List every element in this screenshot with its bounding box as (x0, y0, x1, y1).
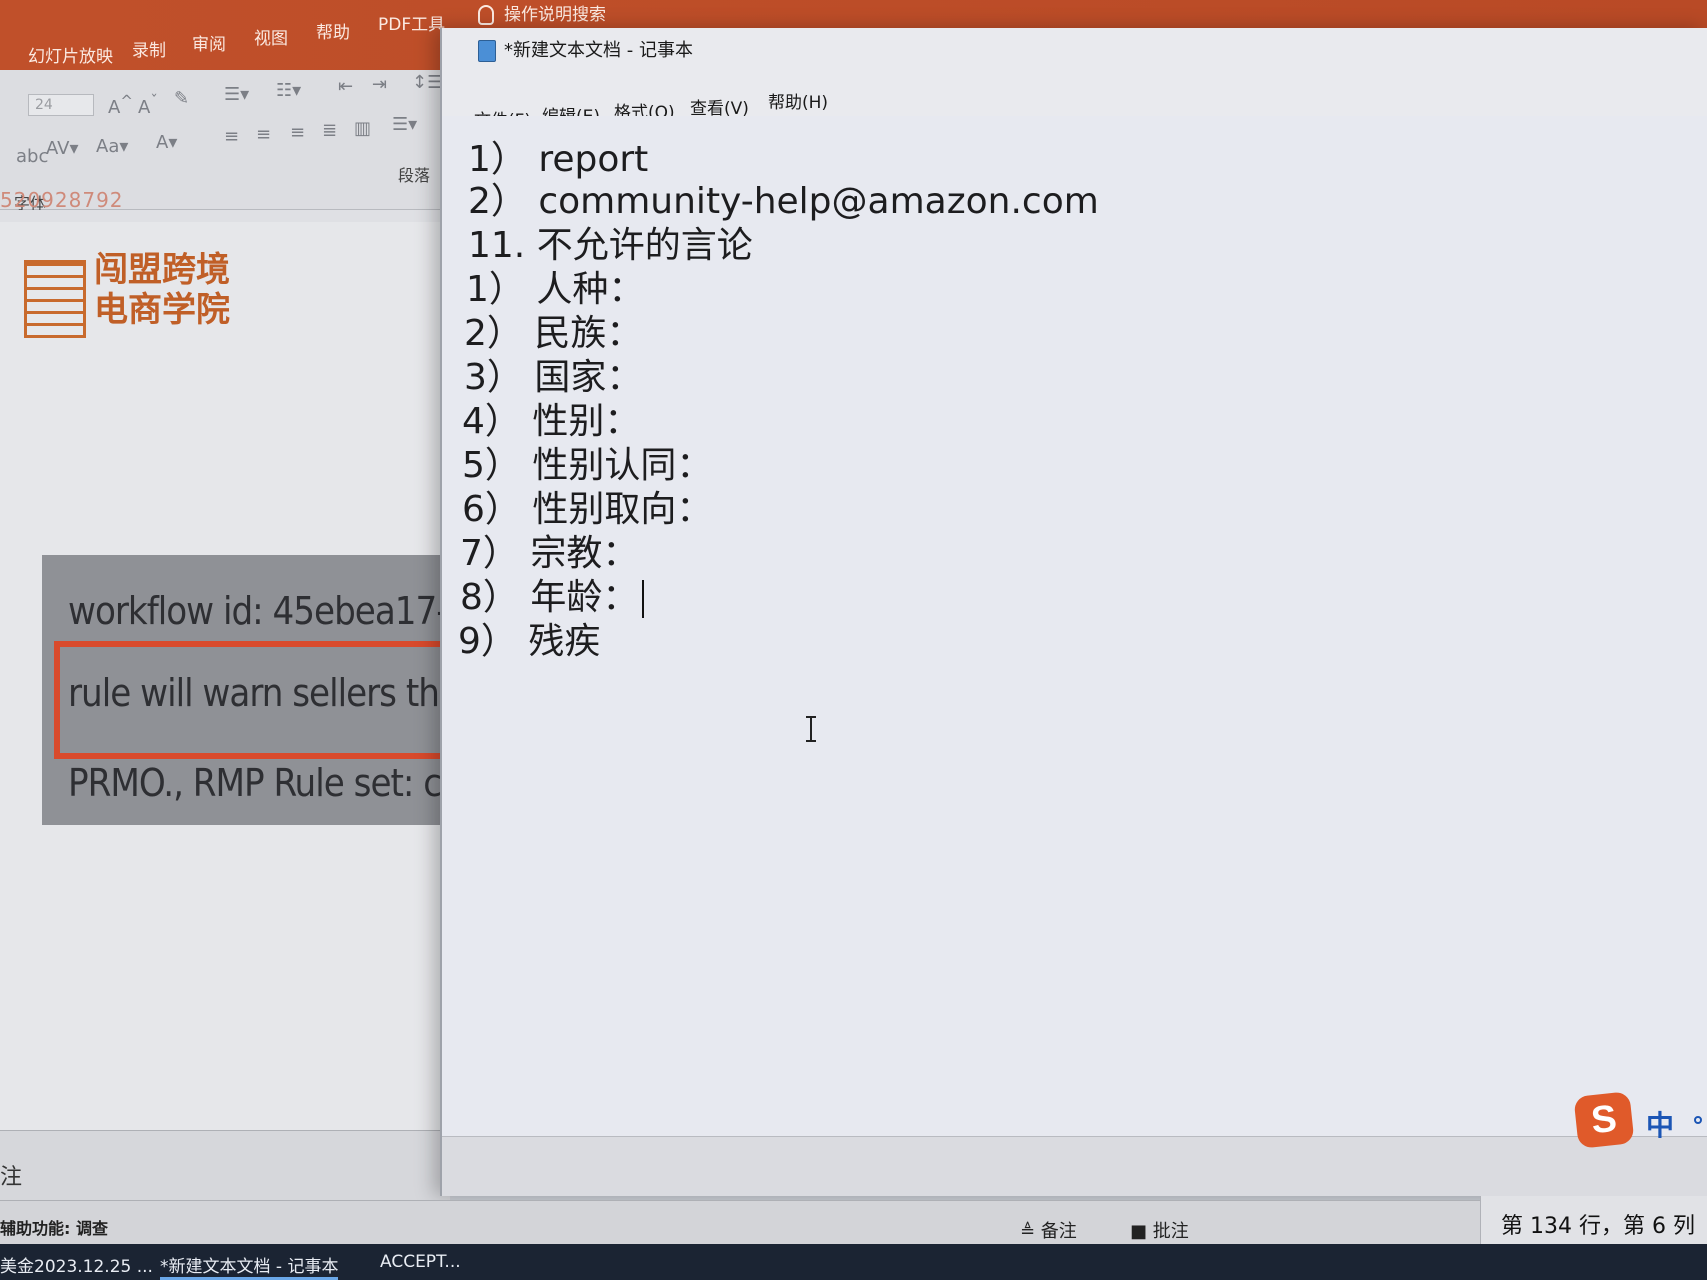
paragraph-group-label: 段落 (398, 166, 431, 185)
text-caret (642, 580, 645, 618)
align-right-icon[interactable]: ≡ (290, 122, 305, 143)
bullets-icon[interactable]: ☰▾ (224, 84, 249, 105)
menu-help[interactable]: 帮助(H) (768, 88, 828, 113)
accessibility-status[interactable]: 辅助功能: 调查 (0, 1215, 108, 1239)
decrease-font-icon[interactable]: Aˇ (138, 92, 158, 118)
academy-logo-icon (24, 260, 86, 338)
academy-logo-text: 闯盟跨境 电商学院 (94, 250, 230, 330)
slide-screenshot-image: workflow id: 45ebea17-6 rule will warn s… (42, 555, 450, 825)
strikethrough-icon[interactable]: abc (16, 146, 48, 167)
tab-slideshow[interactable]: 幻灯片放映 (28, 42, 113, 67)
ppt-ribbon: 24 A^ Aˇ ✎ ☰▾ ☷▾ ⇤ ⇥ ↕☰ abc AV▾ Aa▾ A▾ ≡… (0, 70, 470, 213)
notes-button[interactable]: ≜ 备注 (1020, 1217, 1077, 1243)
ime-indicator[interactable]: S 中 (1570, 1091, 1707, 1150)
cursor-position: 第 134 行，第 6 列 (1501, 1214, 1695, 1239)
comments-button[interactable]: ■ 批注 (1130, 1217, 1189, 1243)
sogou-ime-icon[interactable]: S (1573, 1091, 1635, 1149)
text-editor[interactable]: 1） report 2） community-help@amazon.com 1… (442, 116, 1707, 1136)
change-case-icon[interactable]: Aa▾ (96, 136, 128, 157)
char-spacing-icon[interactable]: AV▾ (46, 138, 79, 159)
notepad-titlebar[interactable]: *新建文本文档 - 记事本 (442, 28, 1707, 70)
notepad-status-bar: 第 134 行，第 6 列 (1480, 1196, 1707, 1244)
screenshot-line-3: PRMO., RMP Rule set: con (68, 761, 450, 805)
tab-view[interactable]: 视图 (254, 24, 288, 49)
ime-punctuation-icon[interactable] (1694, 1116, 1702, 1124)
tab-review[interactable]: 审阅 (192, 30, 226, 55)
horizontal-scroll-area[interactable] (442, 1136, 1707, 1196)
align-left-icon[interactable]: ≡ (224, 126, 239, 147)
taskbar-item-excel[interactable]: 美金2023.12.25 ... (0, 1252, 153, 1277)
notes-pane[interactable]: 注 (0, 1130, 450, 1200)
increase-font-icon[interactable]: A^ (108, 92, 133, 118)
screenshot-line-1: workflow id: 45ebea17-6 (68, 589, 450, 633)
lightbulb-icon (478, 5, 494, 25)
tab-record[interactable]: 录制 (132, 36, 166, 61)
tab-help[interactable]: 帮助 (316, 18, 350, 43)
columns-icon[interactable]: ▥ (354, 118, 371, 139)
menu-bar: 文件(F) 编辑(E) 格式(O) 查看(V) 帮助(H) (442, 70, 1707, 131)
ppt-status-bar: 辅助功能: 调查 ≜ 备注 ■ 批注 (0, 1200, 1707, 1244)
justify-icon[interactable]: ≣ (322, 120, 337, 141)
font-color-icon[interactable]: A▾ (156, 132, 177, 153)
taskbar-item-notepad[interactable]: *新建文本文档 - 记事本 (160, 1252, 339, 1280)
notes-label: 注 (0, 1165, 23, 1190)
align-center-icon[interactable]: ≡ (256, 124, 271, 145)
notepad-window: *新建文本文档 - 记事本 文件(F) 编辑(E) 格式(O) 查看(V) 帮助… (440, 28, 1707, 1196)
ime-mode-toggle[interactable]: 中 (1646, 1104, 1674, 1144)
ibeam-cursor-icon (806, 716, 822, 742)
notepad-icon (478, 40, 496, 62)
taskbar: 美金2023.12.25 ... *新建文本文档 - 记事本 ACCEPT... (0, 1244, 1707, 1280)
window-title: *新建文本文档 - 记事本 (504, 40, 693, 61)
tell-me-search[interactable]: 操作说明搜索 (478, 0, 606, 25)
numbering-icon[interactable]: ☷▾ (276, 80, 301, 101)
highlight-box (54, 641, 450, 759)
ghost-number: 520928792 (0, 188, 124, 212)
increase-indent-icon[interactable]: ⇥ (372, 74, 387, 95)
tab-pdf-tools[interactable]: PDF工具 (378, 10, 445, 35)
decrease-indent-icon[interactable]: ⇤ (338, 76, 353, 97)
taskbar-item-browser[interactable]: ACCEPT... (380, 1252, 461, 1272)
line-spacing-icon[interactable]: ↕☰ (412, 72, 443, 93)
text-direction-icon[interactable]: ☰▾ (392, 114, 417, 135)
text-line: 9） 残疾 (458, 621, 601, 662)
font-size-select[interactable]: 24 (28, 94, 94, 116)
clear-format-icon[interactable]: ✎ (174, 88, 189, 109)
